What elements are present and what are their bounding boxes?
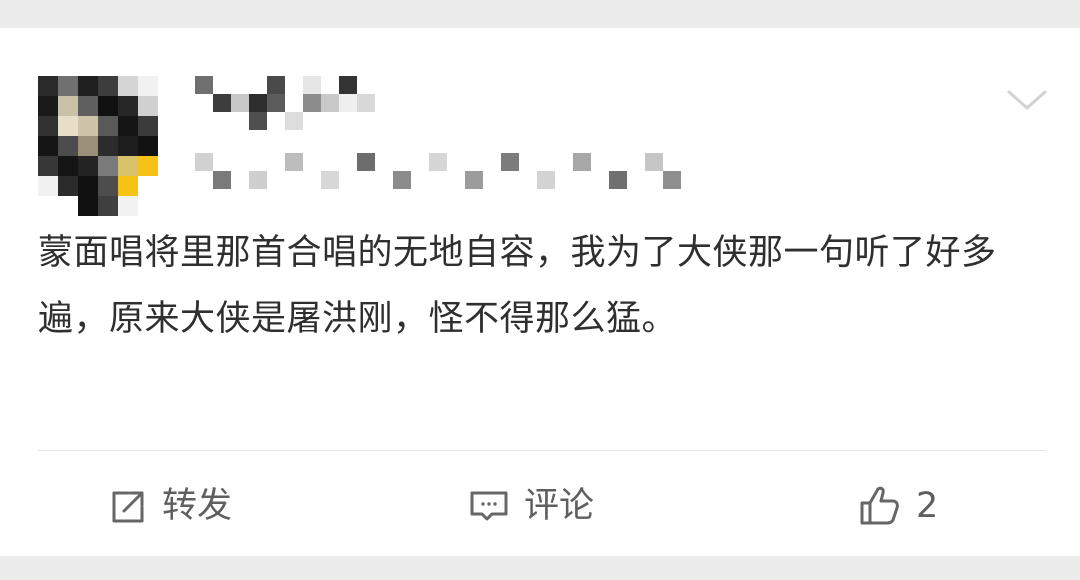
- username-placeholder: [195, 76, 375, 136]
- divider: [38, 450, 1046, 451]
- like-count: 2: [916, 486, 939, 526]
- like-button[interactable]: 2: [854, 478, 938, 534]
- comment-icon: [470, 491, 508, 521]
- comment-button[interactable]: 评论: [466, 478, 594, 534]
- repost-button[interactable]: 转发: [104, 478, 232, 534]
- chevron-down-icon: [1007, 90, 1047, 110]
- timestamp-placeholder: [195, 153, 695, 193]
- comment-label: 评论: [524, 486, 595, 526]
- share-icon: [112, 491, 144, 523]
- thumbs-up-icon: [860, 486, 899, 525]
- post-card: 蒙面唱将里那首合唱的无地自容，我为了大侠那一句听了好多遍，原来大侠是屠洪刚，怪不…: [0, 28, 1080, 556]
- menu-button[interactable]: [1003, 80, 1051, 120]
- repost-label: 转发: [162, 486, 233, 526]
- post-text: 蒙面唱将里那首合唱的无地自容，我为了大侠那一句听了好多遍，原来大侠是屠洪刚，怪不…: [38, 233, 997, 339]
- avatar[interactable]: [38, 76, 158, 220]
